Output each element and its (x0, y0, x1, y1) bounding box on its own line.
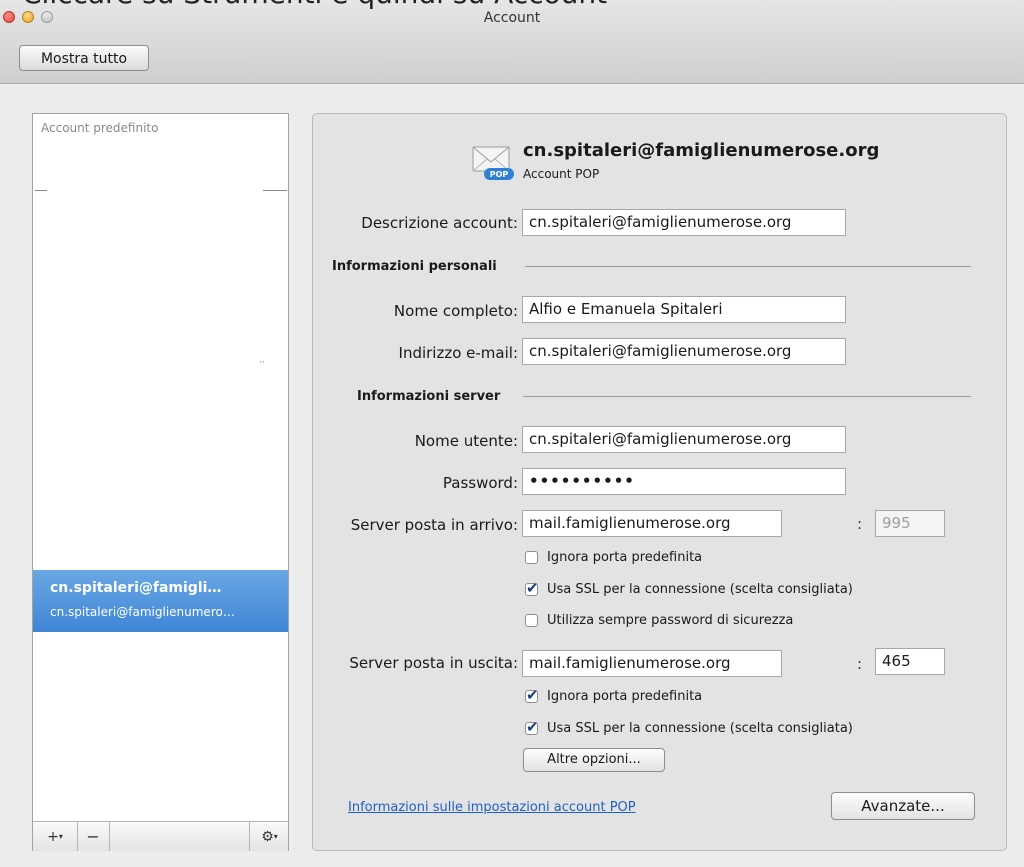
account-actions-button[interactable]: ⚙▾ (249, 822, 289, 851)
password-field[interactable]: •••••••••• (522, 468, 846, 495)
outgoing-ignore-default-port-checkbox[interactable]: Ignora porta predefinita (525, 686, 702, 704)
description-field[interactable]: cn.spitaleri@famiglienumerose.org (522, 209, 846, 236)
username-field[interactable]: cn.spitaleri@famiglienumerose.org (522, 426, 846, 453)
envelope-icon: POP (472, 146, 514, 180)
more-options-button[interactable]: Altre opzioni... (523, 748, 665, 772)
gear-icon: ⚙ (261, 829, 274, 845)
account-list-item-subtitle: cn.spitaleri@famiglienumero… (50, 605, 235, 619)
accounts-sidebar: Account predefinito ·· cn.spitaleri@fami… (32, 113, 289, 851)
description-label: Descrizione account: (361, 214, 518, 232)
outgoing-use-ssl-checkbox[interactable]: Usa SSL per la connessione (scelta consi… (525, 718, 853, 736)
instruction-caption: Cliccare su Strumenti e quindi su Accoun… (22, 0, 722, 10)
full-name-field[interactable]: Alfio e Emanuela Spitaleri (522, 296, 846, 323)
chevron-down-icon: ▾ (58, 832, 63, 841)
window-title: Account (483, 10, 541, 26)
always-secure-password-checkbox[interactable]: Utilizza sempre password di sicurezza (525, 613, 793, 628)
account-email-title: cn.spitaleri@famiglienumerose.org (523, 140, 880, 161)
port-separator: : (857, 515, 863, 533)
incoming-server-field[interactable]: mail.famiglienumerose.org (522, 510, 782, 537)
email-address-field[interactable]: cn.spitaleri@famiglienumerose.org (522, 338, 846, 365)
pop-settings-info-link[interactable]: Informazioni sulle impostazioni account … (348, 800, 636, 815)
personal-info-section-title: Informazioni personali (332, 259, 497, 274)
remove-account-button[interactable]: − (77, 822, 110, 851)
resize-dots: ·· (259, 358, 265, 368)
checkbox-box (525, 551, 538, 564)
email-address-label: Indirizzo e-mail: (398, 344, 518, 362)
checkbox-box (525, 686, 539, 704)
password-label: Password: (442, 474, 518, 492)
advanced-button[interactable]: Avanzate... (831, 792, 975, 820)
outgoing-port-field[interactable]: 465 (875, 648, 945, 675)
add-account-button[interactable]: +▾ (33, 822, 78, 851)
incoming-server-label: Server posta in arrivo: (350, 516, 518, 534)
pop-badge: POP (490, 170, 509, 179)
checkbox-box (525, 579, 539, 597)
username-label: Nome utente: (414, 432, 518, 450)
incoming-ignore-default-port-checkbox[interactable]: Ignora porta predefinita (525, 550, 702, 565)
account-list-item[interactable]: cn.spitaleri@famigli… cn.spitaleri@famig… (33, 570, 288, 632)
divider (263, 190, 287, 191)
window-titlebar: Account Mostra tutto (0, 0, 1024, 84)
checkbox-box (525, 718, 539, 736)
chevron-down-icon: ▾ (273, 832, 278, 841)
checkbox-box (525, 614, 538, 627)
show-all-button[interactable]: Mostra tutto (19, 45, 149, 71)
divider (35, 190, 47, 191)
account-list-item-name: cn.spitaleri@famigli… (50, 580, 222, 596)
outgoing-server-field[interactable]: mail.famiglienumerose.org (522, 650, 782, 677)
default-account-label: Account predefinito (41, 121, 159, 135)
account-settings-panel: POP cn.spitaleri@famiglienumerose.org Ac… (312, 113, 1007, 851)
full-name-label: Nome completo: (393, 302, 518, 320)
divider (525, 266, 971, 267)
account-type-label: Account POP (523, 167, 600, 181)
incoming-use-ssl-checkbox[interactable]: Usa SSL per la connessione (scelta consi… (525, 579, 853, 597)
server-info-section-title: Informazioni server (357, 389, 501, 404)
incoming-port-field[interactable]: 995 (875, 510, 945, 537)
outgoing-server-label: Server posta in uscita: (349, 654, 518, 672)
plus-icon: + (47, 829, 59, 845)
divider (523, 396, 971, 397)
sidebar-toolbar: +▾ − ⚙▾ (33, 821, 288, 851)
port-separator: : (857, 655, 863, 673)
